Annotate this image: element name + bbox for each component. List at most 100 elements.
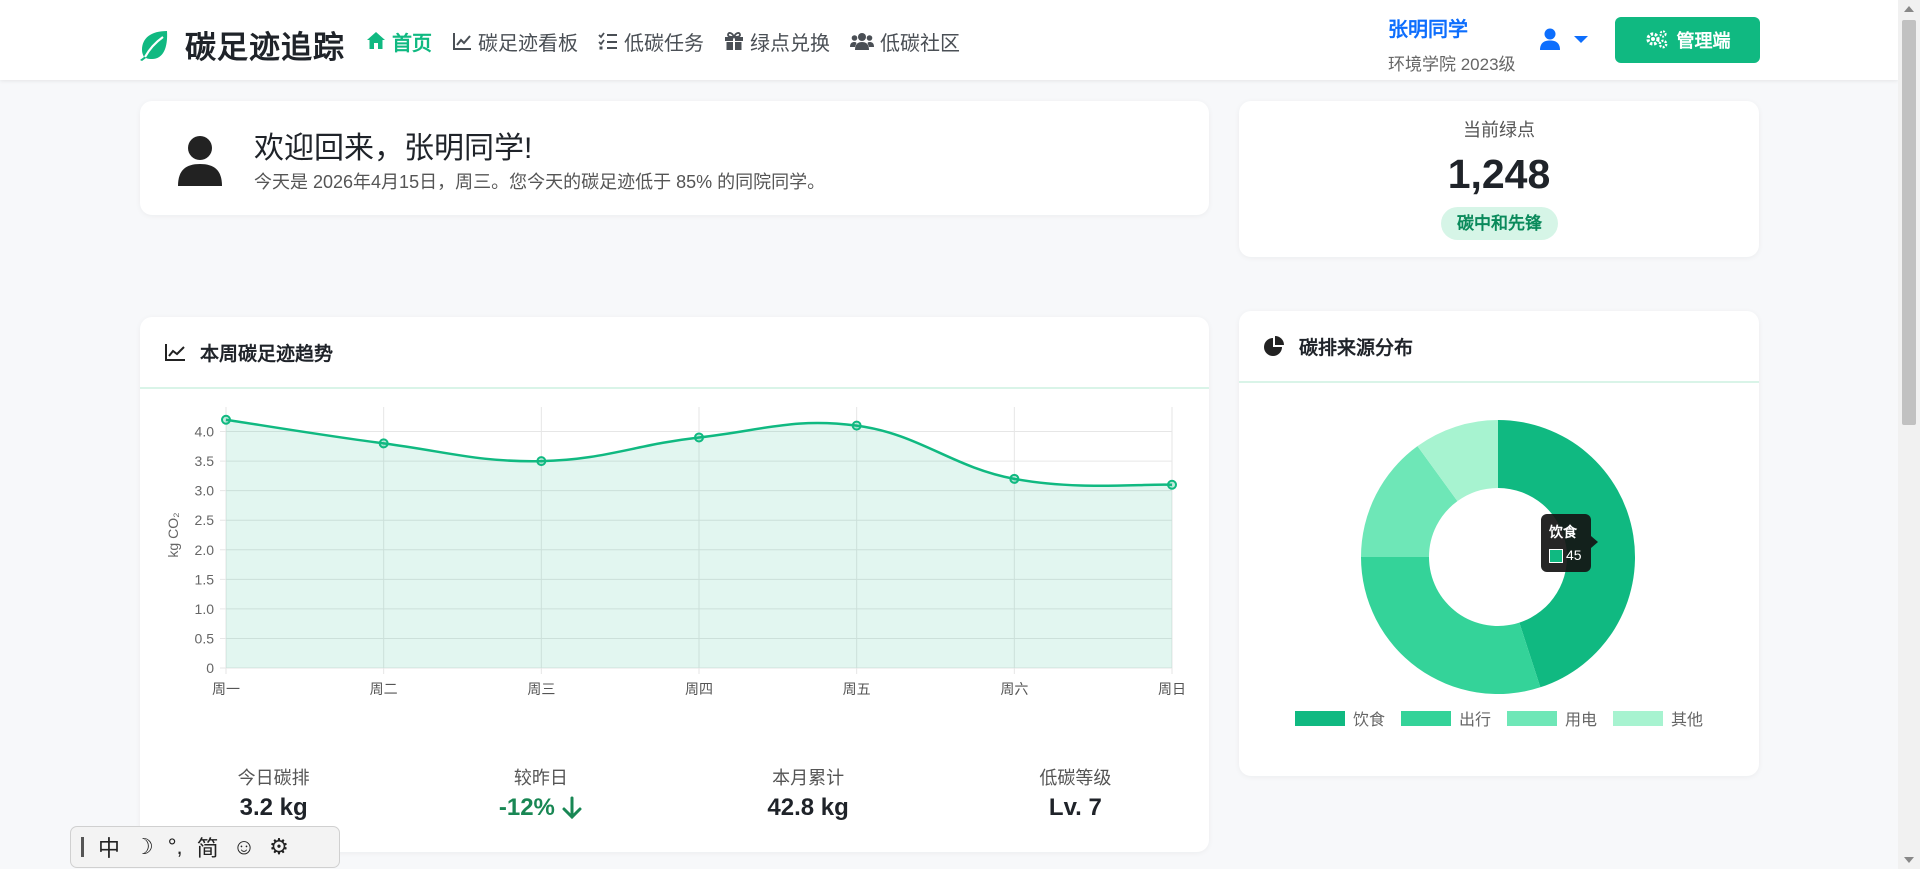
legend-item[interactable]: 用电 [1507, 706, 1597, 730]
user-name: 张明同学 [1388, 19, 1468, 41]
chart-legend: 饮食 出行 用电 其他 [1239, 706, 1759, 730]
ime-mode-button[interactable]: 中 [98, 831, 120, 863]
nav-item-label: 绿点兑换 [750, 32, 830, 55]
user-menu-toggle[interactable] [1540, 28, 1588, 50]
x-tick-label: 周五 [843, 681, 871, 697]
main-nav: 首页 碳足迹看板 低碳任务 绿点兑换 低碳社区 [366, 24, 980, 58]
pie-slice [1361, 557, 1541, 694]
moon-icon[interactable]: ☽ [134, 834, 154, 860]
trend-card-title: 本周碳足迹趋势 [200, 343, 334, 365]
nav-item-redeem[interactable]: 绿点兑换 [724, 24, 830, 58]
task-list-icon [598, 32, 617, 50]
ime-drag-handle[interactable] [81, 837, 84, 857]
sources-card-header: 碳排来源分布 [1239, 311, 1759, 383]
points-card: 当前绿点 1,248 碳中和先锋 [1239, 101, 1759, 257]
trend-stats: 今日碳排 3.2 kg 较昨日 -12% 本月累计 42.8 kg 低碳等级 L… [140, 764, 1209, 822]
data-point [694, 432, 704, 443]
x-tick-label: 周日 [1158, 681, 1186, 697]
stat-value: -12% [498, 794, 555, 821]
legend-label: 出行 [1458, 712, 1491, 729]
nav-item-label: 首页 [392, 32, 432, 55]
scroll-up-icon[interactable] [1904, 6, 1914, 12]
y-tick-label: 3.5 [195, 453, 215, 469]
legend-item[interactable]: 其他 [1613, 706, 1703, 730]
home-icon [367, 32, 385, 49]
data-point [1167, 479, 1177, 490]
stat-label: 本月累计 [772, 768, 845, 788]
brand-name: 碳足迹追踪 [185, 30, 345, 65]
points-value: 1,248 [1447, 151, 1551, 197]
stat-today: 今日碳排 3.2 kg [140, 764, 407, 822]
legend-item[interactable]: 出行 [1400, 706, 1491, 730]
legend-item[interactable]: 饮食 [1294, 706, 1385, 730]
nav-item-label: 低碳社区 [880, 32, 960, 55]
y-tick-label: 1.0 [195, 601, 215, 617]
chevron-down-icon [1574, 35, 1588, 43]
admin-button[interactable]: 管理端 [1615, 17, 1760, 63]
nav-item-label: 碳足迹看板 [478, 32, 578, 55]
scroll-down-icon[interactable] [1904, 857, 1914, 863]
trend-card: 本周碳足迹趋势 0 0.5 1.0 1.5 2.0 2.5 3.0 3.5 4.0 4.5 周一 周二… [140, 317, 1209, 852]
stat-value: Lv. 7 [1048, 794, 1102, 821]
welcome-title: 欢迎回来，张明同学! [254, 132, 533, 165]
emoji-icon[interactable]: ☺ [233, 834, 255, 860]
y-tick-label: 0.5 [195, 630, 215, 646]
admin-button-label: 管理端 [1676, 31, 1731, 51]
legend-label: 其他 [1671, 712, 1704, 729]
stat-value-wrap: -12% [407, 794, 674, 822]
x-tick-label: 周六 [1000, 681, 1028, 697]
data-point [221, 414, 231, 425]
data-point [1009, 473, 1020, 484]
user-subtitle: 环境学院 2023级 [1388, 55, 1516, 74]
charset-button[interactable]: 简 [197, 831, 219, 863]
chart-tooltip: 饮食 45 [1541, 514, 1598, 572]
arrow-down-icon [562, 796, 582, 820]
nav-item-label: 低碳任务 [624, 32, 704, 55]
stat-vs-yesterday: 较昨日 -12% [407, 764, 674, 822]
trend-chart: 0 0.5 1.0 1.5 2.0 2.5 3.0 3.5 4.0 4.5 周一 周二 周三 周四 周五 周六… [165, 407, 1186, 697]
trend-card-header: 本周碳足迹趋势 [140, 317, 1209, 389]
nav-item-home[interactable]: 首页 [366, 24, 432, 58]
legend-label: 用电 [1565, 712, 1598, 729]
user-icon [1540, 28, 1560, 50]
y-tick-label: 4.0 [195, 424, 215, 440]
stat-value: 3.2 kg [239, 794, 308, 821]
punctuation-button[interactable]: °, [168, 834, 183, 860]
page-scrollbar[interactable] [1898, 0, 1920, 869]
data-point [536, 456, 547, 467]
leaf-icon [140, 30, 168, 61]
scrollbar-thumb[interactable] [1902, 20, 1916, 425]
y-tick-label: 2.5 [195, 512, 215, 528]
gears-icon [1645, 30, 1667, 49]
welcome-message: 今天是 2026年4月15日，周三。您今天的碳足迹低于 85% 的同院同学。 [254, 172, 826, 192]
tooltip-title: 饮食 [1549, 524, 1577, 540]
nav-item-community[interactable]: 低碳社区 [850, 24, 960, 58]
y-tick-label: 2.0 [195, 542, 215, 558]
nav-item-tasks[interactable]: 低碳任务 [598, 24, 704, 58]
points-label: 当前绿点 [1463, 120, 1535, 140]
user-avatar-icon [178, 136, 222, 186]
series-area [226, 419, 1172, 668]
sources-donut-chart [1361, 420, 1635, 694]
legend-swatch [1507, 710, 1557, 726]
ime-toolbar: 中 ☽ °, 简 ☺ ⚙ [70, 826, 340, 868]
nav-item-dashboard[interactable]: 碳足迹看板 [452, 24, 578, 58]
y-tick-label: 0 [206, 660, 214, 676]
user-info: 张明同学 环境学院 2023级 [1388, 13, 1516, 75]
users-icon [850, 33, 874, 50]
data-point [378, 438, 389, 449]
x-tick-label: 周四 [685, 681, 713, 697]
brand[interactable]: 碳足迹追踪 [137, 22, 345, 67]
stat-label: 低碳等级 [1039, 768, 1112, 788]
tooltip-swatch [1549, 549, 1563, 563]
legend-label: 饮食 [1352, 712, 1385, 729]
stat-value: 42.8 kg [767, 794, 849, 821]
welcome-card: 欢迎回来，张明同学! 今天是 2026年4月15日，周三。您今天的碳足迹低于 8… [140, 101, 1209, 215]
legend-swatch [1613, 710, 1664, 726]
sources-card-title: 碳排来源分布 [1299, 337, 1414, 359]
settings-icon[interactable]: ⚙ [269, 834, 289, 860]
y-tick-label: 1.5 [195, 571, 215, 587]
navbar: 碳足迹追踪 首页 碳足迹看板 低碳任务 绿点兑换 低碳社区 张明同学 环境学院 … [0, 0, 1898, 80]
stat-label: 今日碳排 [237, 768, 310, 788]
stat-label: 较昨日 [513, 768, 568, 788]
